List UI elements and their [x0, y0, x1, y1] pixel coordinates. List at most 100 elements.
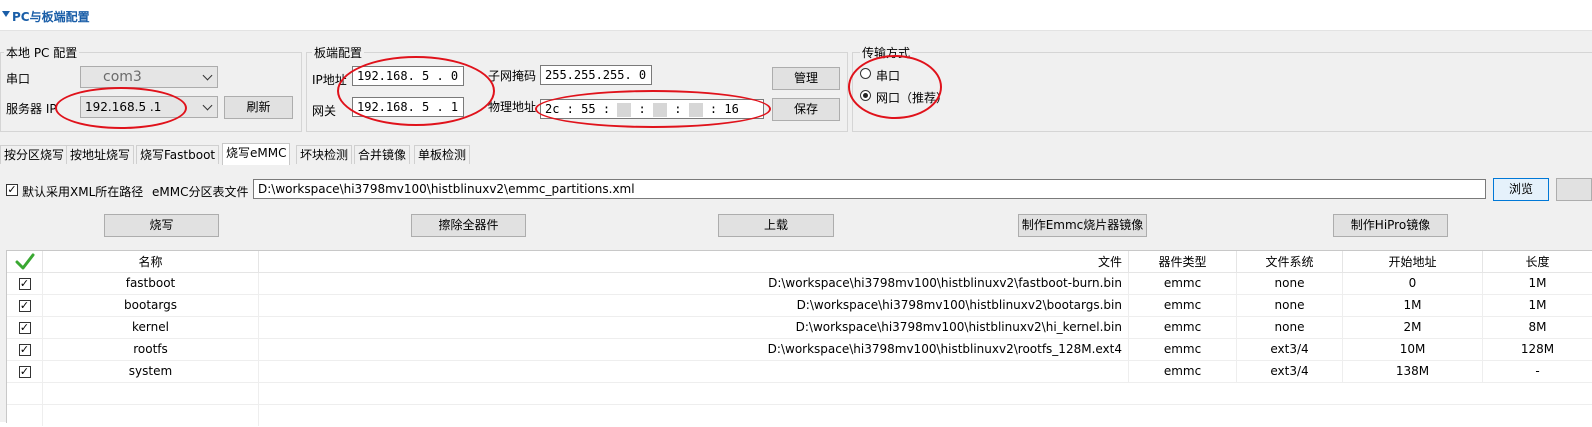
col-header-file[interactable]: 文件	[259, 251, 1129, 273]
server-ip-label: 服务器 IP	[6, 102, 57, 116]
collapse-triangle-icon[interactable]	[2, 11, 10, 17]
row-name: kernel	[43, 317, 259, 338]
tab-merge-image[interactable]: 合并镜像	[354, 145, 411, 164]
burn-button[interactable]: 烧写	[104, 214, 219, 237]
radio-serial-label: 串口	[876, 69, 901, 83]
row-file	[259, 361, 1129, 382]
erase-all-button[interactable]: 擦除全器件	[411, 214, 526, 237]
save-button[interactable]: 保存	[772, 98, 840, 121]
serial-label: 串口	[6, 72, 31, 86]
row-file: D:\workspace\hi3798mv100\histblinuxv2\bo…	[259, 295, 1129, 316]
board-config-label: 板端配置	[312, 44, 365, 61]
col-header-filesystem[interactable]: 文件系统	[1237, 251, 1343, 273]
table-row[interactable]: ✓ kernel D:\workspace\hi3798mv100\histbl…	[7, 317, 1592, 339]
col-header-start-address[interactable]: 开始地址	[1343, 251, 1483, 273]
row-length: 8M	[1483, 317, 1592, 338]
table-row-empty	[7, 405, 1592, 427]
row-length: 1M	[1483, 273, 1592, 294]
mac-address-field[interactable]: 2c : 55 : : : : 16	[540, 99, 764, 119]
row-name: system	[43, 361, 259, 382]
ip-address-field[interactable]: 192.168. 5 . 0	[352, 66, 464, 86]
tab-fastboot-burn[interactable]: 烧写Fastboot	[136, 145, 220, 164]
row-checkbox[interactable]: ✓	[7, 361, 43, 382]
partition-file-field[interactable]: D:\workspace\hi3798mv100\histblinuxv2\em…	[253, 179, 1486, 199]
config-header[interactable]: PC与板端配置	[0, 0, 1592, 31]
upload-button[interactable]: 上载	[718, 214, 834, 237]
pc-config-group	[0, 52, 302, 132]
row-length: 128M	[1483, 339, 1592, 360]
row-filesystem: ext3/4	[1237, 361, 1343, 382]
radio-network-option[interactable]: 网口（推荐）	[860, 89, 948, 105]
row-start-address: 1M	[1343, 295, 1483, 316]
table-row[interactable]: ✓ system emmc ext3/4 138M -	[7, 361, 1592, 383]
checkbox-icon: ✓	[18, 342, 31, 356]
mac-part-6: 16	[724, 102, 739, 116]
empty-cell	[43, 383, 259, 404]
chevron-down-icon	[202, 100, 213, 111]
extra-button[interactable]	[1556, 178, 1592, 201]
gateway-field[interactable]: 192.168. 5 . 1	[352, 97, 464, 117]
row-checkbox[interactable]: ✓	[7, 317, 43, 338]
manage-button[interactable]: 管理	[772, 67, 840, 90]
redacted-block	[652, 102, 667, 117]
row-length: 1M	[1483, 295, 1592, 316]
row-checkbox[interactable]: ✓	[7, 295, 43, 316]
row-device-type: emmc	[1129, 295, 1237, 316]
tab-board-check[interactable]: 单板检测	[414, 145, 471, 164]
row-length: -	[1483, 361, 1592, 382]
row-file: D:\workspace\hi3798mv100\histblinuxv2\fa…	[259, 273, 1129, 294]
row-name: fastboot	[43, 273, 259, 294]
row-device-type: emmc	[1129, 273, 1237, 294]
row-file: D:\workspace\hi3798mv100\histblinuxv2\ro…	[259, 339, 1129, 360]
mac-part-1: 2c	[545, 102, 560, 116]
make-hipro-image-button[interactable]: 制作HiPro镜像	[1333, 214, 1448, 237]
tab-strip: 按分区烧写 按地址烧写 烧写Fastboot 烧写eMMC 坏块检测 合并镜像 …	[0, 143, 1592, 166]
transfer-mode-group	[852, 52, 1592, 132]
row-device-type: emmc	[1129, 317, 1237, 338]
row-filesystem: none	[1237, 273, 1343, 294]
redacted-block	[617, 102, 632, 117]
server-ip-select[interactable]: 192.168.5 .1	[80, 96, 218, 118]
table-row[interactable]: ✓ fastboot D:\workspace\hi3798mv100\hist…	[7, 273, 1592, 295]
tab-address-burn[interactable]: 按地址烧写	[66, 145, 135, 164]
refresh-button[interactable]: 刷新	[224, 96, 293, 119]
board-config-group	[306, 52, 848, 132]
serial-port-select[interactable]: com3	[80, 66, 218, 88]
col-header-device-type[interactable]: 器件类型	[1129, 251, 1237, 273]
checkbox-icon: ✓	[7, 183, 17, 196]
radio-network-label: 网口（推荐）	[876, 91, 949, 105]
checkbox-icon: ✓	[18, 364, 31, 378]
subnet-mask-field[interactable]: 255.255.255. 0	[540, 65, 652, 85]
col-header-name[interactable]: 名称	[43, 251, 259, 273]
row-checkbox[interactable]: ✓	[7, 273, 43, 294]
row-filesystem: ext3/4	[1237, 339, 1343, 360]
row-start-address: 138M	[1343, 361, 1483, 382]
browse-button[interactable]: 浏览	[1493, 178, 1549, 201]
mac-part-2: 55	[581, 102, 596, 116]
row-start-address: 2M	[1343, 317, 1483, 338]
make-emmc-image-button[interactable]: 制作Emmc烧片器镜像	[1018, 214, 1147, 237]
use-xml-path-checkbox[interactable]: ✓	[6, 184, 18, 196]
row-checkbox[interactable]: ✓	[7, 339, 43, 360]
table-row-empty	[7, 383, 1592, 405]
tab-emmc-burn[interactable]: 烧写eMMC	[222, 143, 291, 166]
checkbox-icon: ✓	[18, 298, 31, 312]
check-all-icon	[15, 253, 34, 270]
empty-cell	[7, 383, 43, 404]
row-device-type: emmc	[1129, 361, 1237, 382]
chevron-down-icon	[202, 70, 213, 81]
pc-config-label: 本地 PC 配置	[4, 44, 80, 61]
table-row[interactable]: ✓ bootargs D:\workspace\hi3798mv100\hist…	[7, 295, 1592, 317]
empty-cell	[7, 405, 43, 426]
gateway-label: 网关	[312, 104, 337, 118]
row-filesystem: none	[1237, 317, 1343, 338]
radio-serial-option[interactable]: 串口	[860, 67, 940, 83]
select-all-header[interactable]	[7, 251, 43, 273]
tab-badblock-check[interactable]: 坏块检测	[296, 145, 353, 164]
checkbox-icon: ✓	[18, 276, 31, 290]
redacted-block	[688, 102, 703, 117]
tab-partition-burn[interactable]: 按分区烧写	[0, 145, 69, 164]
col-header-length[interactable]: 长度	[1483, 251, 1592, 273]
row-name: rootfs	[43, 339, 259, 360]
table-row[interactable]: ✓ rootfs D:\workspace\hi3798mv100\histbl…	[7, 339, 1592, 361]
